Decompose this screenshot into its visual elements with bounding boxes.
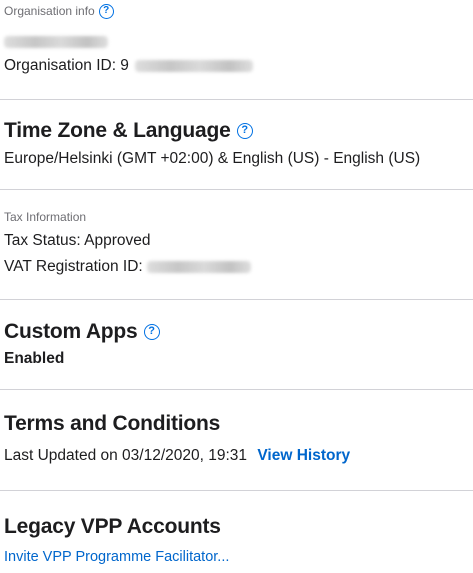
custom-apps-title: Custom Apps bbox=[4, 320, 138, 343]
custom-apps-heading: Custom Apps? bbox=[4, 320, 160, 344]
org-id-label: Organisation ID: 9 bbox=[4, 57, 129, 74]
org-email-redacted bbox=[4, 33, 108, 51]
help-icon[interactable]: ? bbox=[236, 123, 253, 140]
divider bbox=[0, 299, 473, 300]
divider bbox=[0, 389, 473, 390]
divider bbox=[0, 490, 473, 491]
time-zone-heading: Time Zone & Language? bbox=[4, 119, 253, 143]
view-history-link[interactable]: View History bbox=[257, 447, 350, 464]
org-info-label: Organisation info bbox=[4, 4, 95, 18]
vat-row: VAT Registration ID: bbox=[4, 258, 251, 276]
time-zone-title: Time Zone & Language bbox=[4, 119, 231, 142]
terms-title: Terms and Conditions bbox=[4, 412, 221, 435]
custom-apps-status: Enabled bbox=[4, 350, 65, 367]
vat-label: VAT Registration ID: bbox=[4, 258, 143, 275]
org-id-row: Organisation ID: 9 bbox=[4, 57, 253, 75]
terms-updated: Last Updated on 03/12/2020, 19:31 bbox=[4, 447, 248, 464]
org-info-header: Organisation info? bbox=[4, 4, 114, 20]
settings-page: Organisation info? Organisation ID: 9 Ti… bbox=[0, 0, 473, 573]
invite-vpp-facilitator-link[interactable]: Invite VPP Programme Facilitator... bbox=[4, 549, 229, 565]
time-zone-value: Europe/Helsinki (GMT +02:00) & English (… bbox=[4, 150, 421, 167]
legacy-vpp-title: Legacy VPP Accounts bbox=[4, 515, 221, 538]
redacted-vat-id bbox=[146, 260, 251, 273]
tax-status: Tax Status: Approved bbox=[4, 232, 151, 249]
divider bbox=[0, 189, 473, 190]
divider bbox=[0, 99, 473, 100]
help-icon[interactable]: ? bbox=[143, 324, 160, 341]
terms-row: Last Updated on 03/12/2020, 19:31 View H… bbox=[4, 447, 350, 465]
redacted-email bbox=[4, 35, 108, 48]
help-icon[interactable]: ? bbox=[98, 4, 114, 20]
redacted-org-id bbox=[134, 59, 253, 72]
tax-info-label: Tax Information bbox=[4, 210, 87, 224]
